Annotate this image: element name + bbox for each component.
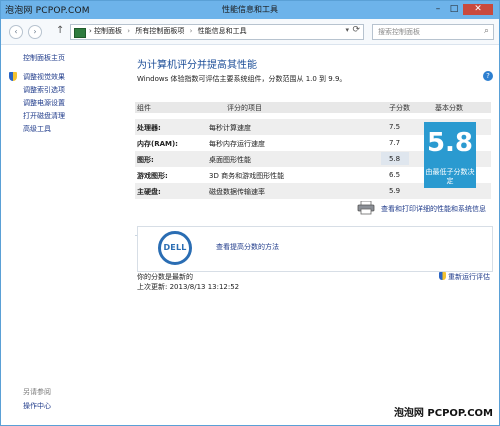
sidebar-item-label: 调整索引选项: [23, 86, 65, 94]
base-score-note: 由最低子分数决 定: [424, 168, 476, 186]
rerun-label: 重新运行评估: [448, 273, 490, 281]
base-score-note-line1: 由最低子分数决: [425, 168, 475, 176]
control-panel-home-link[interactable]: 控制面板主页: [23, 53, 65, 63]
component-description: 3D 商务和游戏图形性能: [209, 172, 285, 180]
base-score-value: 5.8: [426, 128, 474, 158]
sidebar-item-label: 调整电源设置: [23, 99, 65, 107]
back-icon: ‹: [14, 27, 18, 36]
forward-button[interactable]: ›: [28, 25, 42, 39]
intro-text: Windows 体验指数可评估主要系统组件，分数范围从 1.0 到 9.9。: [137, 75, 347, 83]
component-label: 内存(RAM):: [137, 140, 178, 148]
subscore-value: 7.7: [389, 139, 401, 147]
sidebar-item-visual-effects[interactable]: 调整视觉效果: [9, 72, 65, 85]
component-description: 每秒计算速度: [209, 124, 251, 132]
breadcrumb-separator: ›: [89, 27, 92, 35]
sidebar-links: 调整视觉效果 调整索引选项 调整电源设置 打开磁盘清理 高级工具: [9, 72, 65, 137]
component-label: 图形:: [137, 156, 154, 164]
search-input[interactable]: 搜索控制面板: [378, 27, 420, 37]
component-label: 游戏图形:: [137, 172, 168, 180]
sidebar-item-disk-cleanup[interactable]: 打开磁盘清理: [9, 111, 65, 124]
search-box[interactable]: 搜索控制面板 ⌕: [372, 24, 494, 40]
component-label: 主硬盘:: [137, 188, 161, 196]
action-center-link[interactable]: 操作中心: [23, 401, 51, 411]
breadcrumb-separator: ›: [189, 27, 193, 35]
up-icon: ↑: [56, 25, 65, 36]
subscore-value: 7.5: [389, 123, 401, 131]
header-base: 基本分数: [435, 104, 463, 112]
component-description: 磁盘数据传输速率: [209, 188, 265, 196]
refresh-icon[interactable]: ⟳: [352, 25, 360, 35]
score-table: 组件 评分的项目 子分数 基本分数 处理器: 每秒计算速度 7.5 内存(RAM…: [135, 102, 491, 236]
dell-logo: DELL: [158, 231, 192, 265]
window: 泡泡网 PCPOP.COM 性能信息和工具 – □ ✕ ‹ › ↑ › 控制面板…: [0, 0, 500, 426]
dell-logo-text: DELL: [163, 243, 187, 252]
minimize-button[interactable]: –: [431, 4, 445, 15]
breadcrumb: › 控制面板 › 所有控制面板项 › 性能信息和工具: [89, 26, 247, 36]
search-icon[interactable]: ⌕: [484, 26, 489, 36]
sidebar-item-power[interactable]: 调整电源设置: [9, 98, 65, 111]
sidebar-item-indexing[interactable]: 调整索引选项: [9, 85, 65, 98]
sidebar-item-label: 打开磁盘清理: [23, 112, 65, 120]
header-subscore: 子分数: [389, 104, 410, 112]
improve-score-link[interactable]: 查看提高分数的方法: [216, 242, 279, 252]
base-score-note-line2: 定: [446, 177, 454, 185]
window-controls: – □ ✕: [431, 4, 493, 15]
title-bar: 泡泡网 PCPOP.COM 性能信息和工具 – □ ✕: [1, 1, 499, 19]
shield-icon: [439, 272, 446, 280]
table-header: 组件 评分的项目 子分数 基本分数: [135, 102, 491, 113]
header-rated: 评分的项目: [227, 104, 262, 112]
component-label: 处理器:: [137, 124, 161, 132]
close-button[interactable]: ✕: [463, 4, 493, 15]
navigation-bar: ‹ › ↑ › 控制面板 › 所有控制面板项 › 性能信息和工具 ▾ ⟳ 搜索控…: [1, 19, 499, 45]
up-button[interactable]: ↑: [56, 25, 64, 36]
breadcrumb-separator: ›: [127, 27, 131, 35]
main-content: ? 为计算机评分并提高其性能 Windows 体验指数可评估主要系统组件，分数范…: [119, 45, 499, 423]
back-button[interactable]: ‹: [9, 25, 23, 39]
chevron-down-icon[interactable]: ▾: [345, 26, 349, 34]
control-panel-icon: [74, 28, 86, 38]
address-bar[interactable]: › 控制面板 › 所有控制面板项 › 性能信息和工具 ▾ ⟳: [70, 24, 364, 40]
status-line: 你的分数是最新的: [137, 273, 193, 281]
help-icon[interactable]: ?: [483, 71, 493, 81]
shield-icon: [9, 72, 17, 81]
subscore-value: 5.8: [389, 155, 401, 163]
watermark-bottom: 泡泡网 PCPOP.COM: [393, 408, 493, 419]
forward-icon: ›: [33, 27, 37, 36]
breadcrumb-control-panel[interactable]: 控制面板: [94, 27, 122, 35]
last-updated: 上次更新: 2013/8/13 13:12:52: [137, 283, 240, 291]
component-description: 每秒内存运行速度: [209, 140, 265, 148]
rerun-assessment-link[interactable]: 重新运行评估: [439, 272, 490, 282]
base-score-tile: 5.8 由最低子分数决 定: [424, 122, 476, 188]
sidebar-item-label: 高级工具: [23, 125, 51, 133]
see-also-label: 另请参阅: [23, 388, 51, 396]
component-description: 桌面图形性能: [209, 156, 251, 164]
window-title: 性能信息和工具: [222, 5, 278, 14]
sidebar-item-label: 调整视觉效果: [23, 73, 65, 81]
oem-panel: DELL 查看提高分数的方法: [137, 226, 493, 272]
subscore-value: 5.9: [389, 187, 401, 195]
subscore-value: 6.5: [389, 171, 401, 179]
maximize-button[interactable]: □: [447, 4, 461, 15]
sidebar-item-advanced-tools[interactable]: 高级工具: [9, 124, 65, 137]
sidebar: 控制面板主页 调整视觉效果 调整索引选项 调整电源设置 打开磁盘清理 高级工具 …: [1, 45, 119, 423]
breadcrumb-performance[interactable]: 性能信息和工具: [198, 27, 247, 35]
page-title: 为计算机评分并提高其性能: [137, 60, 257, 71]
print-details-link[interactable]: 查看和打印详细的性能和系统信息: [381, 204, 486, 214]
printer-icon: [357, 201, 375, 215]
header-component: 组件: [137, 104, 151, 112]
breadcrumb-all-items[interactable]: 所有控制面板项: [135, 27, 184, 35]
